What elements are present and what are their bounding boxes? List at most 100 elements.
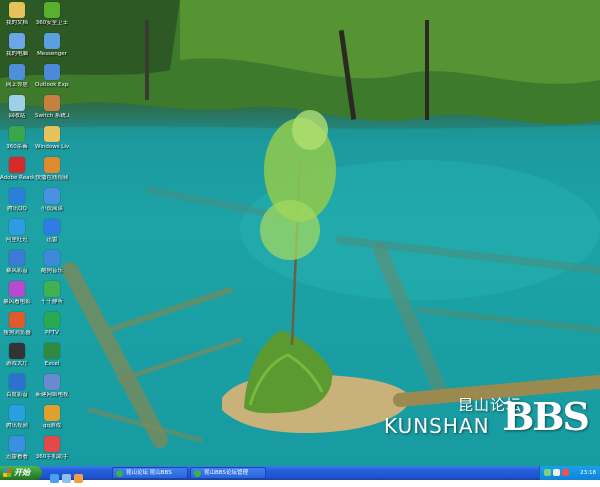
desktop-icon[interactable]: 腾讯QQ	[0, 188, 34, 212]
desktop-icon-label: 我的文档	[5, 20, 28, 26]
desktop-icon-label: Excel	[44, 361, 60, 367]
desktop-icon[interactable]: 360手机助手	[35, 436, 69, 460]
desktop-icon-label: 新建网络电视	[35, 392, 69, 398]
desktop-icon[interactable]: 新建网络电视	[35, 374, 69, 398]
desktop-icon[interactable]: 迅雷看看	[0, 436, 34, 460]
network-icon	[9, 64, 25, 80]
desktop-icon[interactable]: 腾讯视频	[0, 405, 34, 429]
network-tray-icon[interactable]	[544, 469, 551, 476]
desktop-icon-label: 回收站	[8, 113, 26, 119]
security-guard-icon	[44, 2, 60, 18]
desktop-icon[interactable]: 迅雷	[35, 219, 69, 243]
computer-icon	[9, 33, 25, 49]
tree-trunk	[425, 20, 429, 120]
desktop-icon[interactable]: 千千静听	[35, 281, 69, 305]
qq-game-icon	[44, 405, 60, 421]
game-icon	[9, 343, 25, 359]
desktop-icon[interactable]: Adobe Reader 9	[0, 157, 34, 181]
thunder-icon	[9, 436, 25, 452]
desktop-icon[interactable]: 我的文档	[0, 2, 34, 26]
desktop-icon-label: Switch 系统工具	[35, 113, 69, 119]
player-icon	[9, 250, 25, 266]
desktop-icon-label: 小说阅读	[40, 206, 63, 212]
desktop-icon-label: Adobe Reader 9	[0, 175, 34, 181]
tv-icon	[44, 374, 60, 390]
antivirus-tray-icon[interactable]	[562, 469, 569, 476]
desktop-icon[interactable]: 快播在线视频	[35, 157, 69, 181]
desktop-icon[interactable]: 阿里旺旺	[0, 219, 34, 243]
recycle-bin-icon	[9, 95, 25, 111]
desktop-icon[interactable]: PPTV	[35, 312, 69, 336]
browser-icon	[9, 312, 25, 328]
reader-icon	[44, 188, 60, 204]
start-button[interactable]: 开始	[0, 466, 42, 480]
taskbar: 开始 昆山论坛 昆山BBS 昆山BBS论坛管理 23:18	[0, 466, 600, 483]
desktop-icon-label: 360杀毒	[6, 144, 28, 150]
desktop-icon-label: 360手机助手	[35, 454, 69, 460]
desktop-icon[interactable]: 暴风影音	[0, 250, 34, 274]
desktop-icon-label: 百度影音	[5, 392, 28, 398]
desktop-icon-label: qq游戏	[43, 423, 61, 429]
ie-icon[interactable]	[50, 474, 59, 483]
desktop-icon[interactable]: Switch 系统工具	[35, 95, 69, 119]
task-label: 昆山论坛 昆山BBS	[126, 470, 172, 476]
folder-documents-icon	[9, 2, 25, 18]
tool-icon	[44, 95, 60, 111]
listen-icon	[44, 281, 60, 297]
system-tray: 23:18	[539, 466, 600, 480]
app-icon	[116, 470, 123, 477]
desktop-icon[interactable]: 回收站	[0, 95, 34, 119]
desktop-icon[interactable]: 小说阅读	[35, 188, 69, 212]
desktop-icon[interactable]: 暴风看电影	[0, 281, 34, 305]
desktop-icon[interactable]: 我的电脑	[0, 33, 34, 57]
video-icon	[9, 405, 25, 421]
desktop-icon[interactable]: 搜狗浏览器	[0, 312, 34, 336]
task-button-bbs[interactable]: 昆山论坛 昆山BBS	[112, 467, 188, 479]
watermark-en: KUNSHAN	[384, 414, 490, 438]
volume-icon[interactable]	[553, 469, 560, 476]
messenger-icon	[44, 33, 60, 49]
excel-icon	[44, 343, 60, 359]
mail-icon	[44, 64, 60, 80]
desktop-icon-label: 迅雷看看	[5, 454, 28, 460]
watermark-logo: BBS	[502, 394, 590, 439]
task-button-admin[interactable]: 昆山BBS论坛管理	[190, 467, 266, 479]
desktop-icon[interactable]: 360杀毒	[0, 126, 34, 150]
desktop-icon[interactable]: Outlook Express	[35, 64, 69, 88]
show-desktop-icon[interactable]	[62, 474, 71, 483]
quick-play-icon	[44, 157, 60, 173]
desktop-icon-label: 腾讯视频	[5, 423, 28, 429]
start-label: 开始	[14, 468, 30, 477]
desktop-icon-label: 暴风影音	[5, 268, 28, 274]
media-player-icon[interactable]	[74, 474, 83, 483]
desktop-icon-label: PPTV	[45, 330, 59, 336]
desktop-icon[interactable]: qq游戏	[35, 405, 69, 429]
desktop-icon-label: 游戏大厅	[5, 361, 28, 367]
desktop-icon[interactable]: Excel	[35, 343, 69, 367]
download-icon	[44, 219, 60, 235]
media-icon	[9, 374, 25, 390]
desktop-icon[interactable]: 网上邻居	[0, 64, 34, 88]
desktop: 我的文档我的电脑网上邻居回收站 360杀毒 Adobe Reader 9 腾讯QQ 阿里…	[0, 0, 600, 466]
desktop-icon-label: Windows Live 照片	[35, 144, 69, 150]
desktop-icon-label: 搜狗浏览器	[3, 330, 31, 336]
desktop-icon[interactable]: 360安全卫士	[35, 2, 69, 26]
pptv-icon	[44, 312, 60, 328]
tree-trunk	[145, 20, 149, 100]
desktop-icon[interactable]: 游戏大厅	[0, 343, 34, 367]
qq-icon	[9, 188, 25, 204]
desktop-icon[interactable]: 百度影音	[0, 374, 34, 398]
task-label: 昆山BBS论坛管理	[204, 470, 248, 476]
desktop-icon-label: 阿里旺旺	[5, 237, 28, 243]
desktop-icon[interactable]: 酷狗音乐	[35, 250, 69, 274]
desktop-icon[interactable]: Messenger	[35, 33, 69, 57]
desktop-icon-label: 360安全卫士	[35, 20, 69, 26]
windows-flag-icon	[3, 469, 11, 477]
desktop-icon-label: Messenger	[37, 51, 67, 57]
app-icon	[194, 470, 201, 477]
photo-folder-icon	[44, 126, 60, 142]
desktop-icon-label: 快播在线视频	[35, 175, 69, 181]
young-tree-foliage	[260, 200, 320, 260]
desktop-icon[interactable]: Windows Live 照片	[35, 126, 69, 150]
music-icon	[44, 250, 60, 266]
